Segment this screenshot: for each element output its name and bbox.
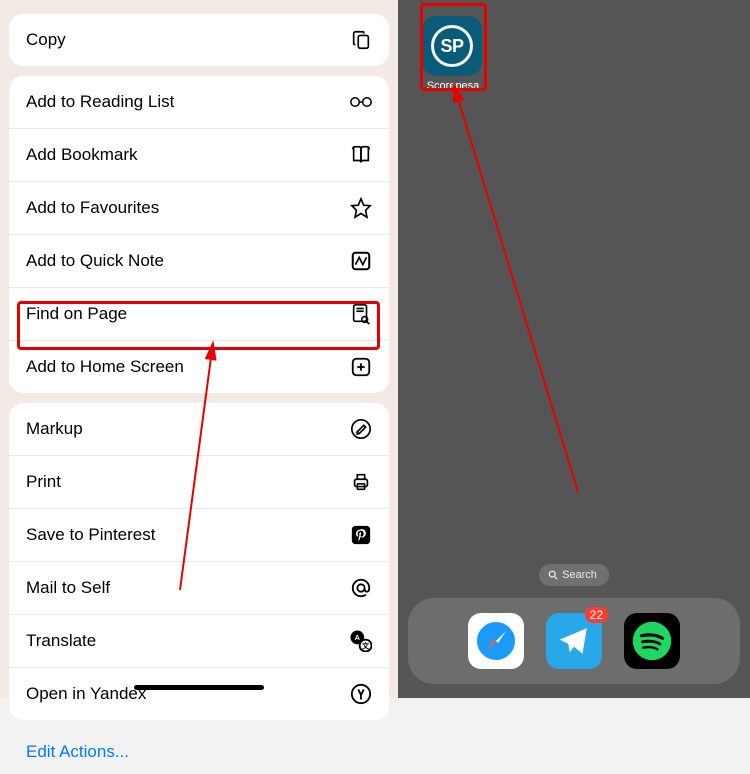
home-indicator[interactable] — [134, 685, 264, 690]
menu-item-bookmark[interactable]: Add Bookmark — [9, 129, 389, 182]
copy-icon — [350, 29, 372, 51]
menu-label: Translate — [26, 631, 96, 651]
pinterest-icon — [350, 524, 372, 546]
safari-icon — [472, 617, 520, 665]
menu-item-yandex[interactable]: Open in Yandex — [9, 668, 389, 720]
homescreen-app[interactable]: SP Scorepesa — [422, 16, 484, 92]
menu-group-2: Add to Reading List Add Bookmark Add to … — [9, 76, 389, 393]
menu-label: Add to Home Screen — [26, 357, 184, 377]
spotify-icon — [631, 620, 673, 662]
menu-item-markup[interactable]: Markup — [9, 403, 389, 456]
yandex-icon — [350, 683, 372, 705]
print-icon — [350, 471, 372, 493]
spotlight-search-button[interactable]: Search — [539, 564, 609, 586]
svg-text:A: A — [355, 633, 361, 642]
menu-item-favourites[interactable]: Add to Favourites — [9, 182, 389, 235]
menu-label: Mail to Self — [26, 578, 110, 598]
menu-label: Copy — [26, 30, 66, 50]
app-label: Scorepesa — [422, 80, 484, 92]
menu-item-print[interactable]: Print — [9, 456, 389, 509]
menu-label: Add Bookmark — [26, 145, 138, 165]
notification-badge: 22 — [585, 607, 608, 623]
translate-icon: A文 — [350, 630, 372, 652]
menu-label: Markup — [26, 419, 83, 439]
glasses-icon — [350, 91, 372, 113]
dock-app-telegram[interactable]: 22 — [546, 613, 602, 669]
add-square-icon — [350, 356, 372, 378]
find-icon — [350, 303, 372, 325]
markup-icon — [350, 418, 372, 440]
menu-group-1: Copy — [9, 14, 389, 66]
edit-actions-button[interactable]: Edit Actions... — [9, 730, 146, 774]
scorepesa-app-icon: SP — [422, 16, 482, 76]
menu-item-quick-note[interactable]: Add to Quick Note — [9, 235, 389, 288]
menu-label: Add to Favourites — [26, 198, 159, 218]
menu-item-translate[interactable]: Translate A文 — [9, 615, 389, 668]
annotation-arrow-right — [438, 82, 658, 502]
svg-text:文: 文 — [361, 641, 370, 650]
menu-group-3: Markup Print Save to Pinterest Mail to S… — [9, 403, 389, 720]
home-screen-pane: SP Scorepesa Search 22 — [398, 0, 750, 698]
menu-item-add-home-screen[interactable]: Add to Home Screen — [9, 341, 389, 393]
dock: 22 — [408, 598, 740, 684]
at-icon — [350, 577, 372, 599]
quicknote-icon — [350, 250, 372, 272]
search-label: Search — [562, 569, 597, 581]
share-sheet-pane: Copy Add to Reading List Add Bookmark Ad… — [0, 0, 398, 698]
menu-item-reading-list[interactable]: Add to Reading List — [9, 76, 389, 129]
dock-app-safari[interactable] — [468, 613, 524, 669]
menu-item-pinterest[interactable]: Save to Pinterest — [9, 509, 389, 562]
dock-app-spotify[interactable] — [624, 613, 680, 669]
menu-label: Add to Quick Note — [26, 251, 164, 271]
telegram-icon — [557, 624, 591, 658]
menu-item-copy[interactable]: Copy — [9, 14, 389, 66]
menu-label: Add to Reading List — [26, 92, 174, 112]
menu-label: Print — [26, 472, 61, 492]
menu-label: Open in Yandex — [26, 684, 146, 704]
star-icon — [350, 197, 372, 219]
menu-label: Find on Page — [26, 304, 127, 324]
menu-label: Save to Pinterest — [26, 525, 155, 545]
search-icon — [548, 570, 558, 580]
book-icon — [350, 144, 372, 166]
menu-item-mail-self[interactable]: Mail to Self — [9, 562, 389, 615]
menu-item-find-on-page[interactable]: Find on Page — [9, 288, 389, 341]
